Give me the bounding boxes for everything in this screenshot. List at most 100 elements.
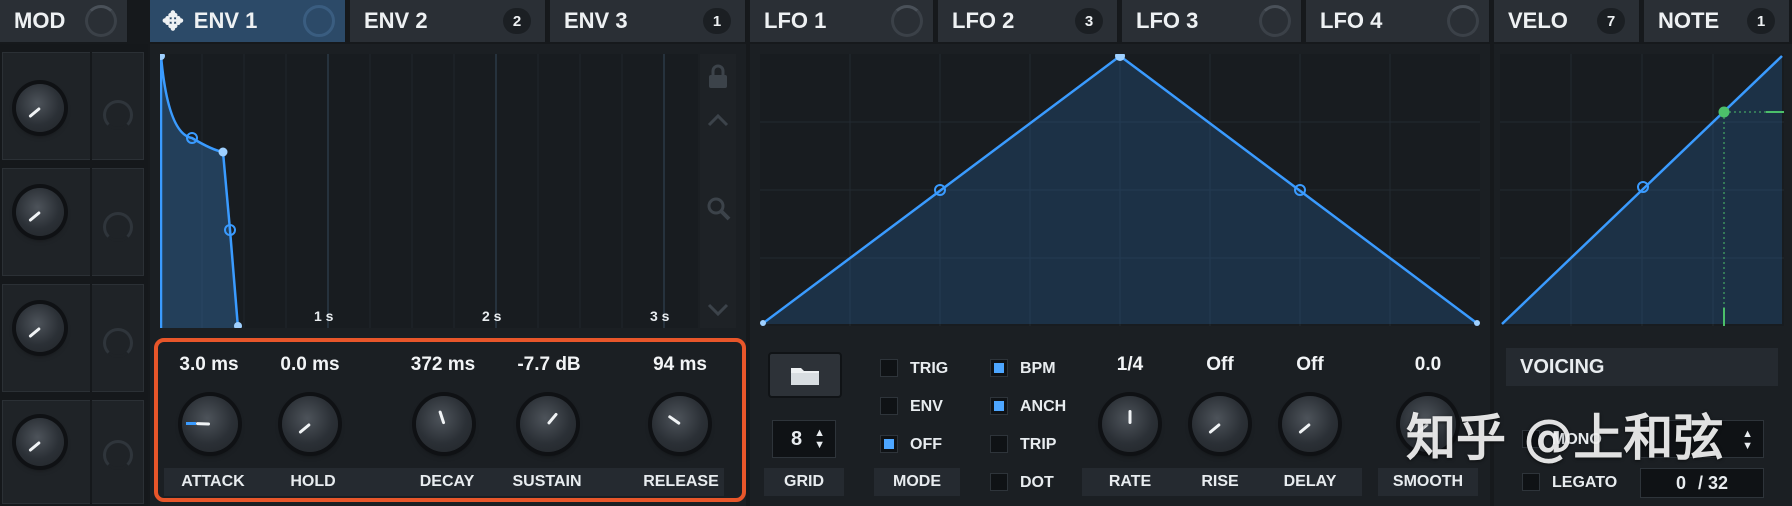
mod-knob-2[interactable] <box>16 188 64 236</box>
chevron-up-icon[interactable] <box>706 108 730 134</box>
voicing-title: VOICING <box>1520 355 1605 378</box>
smooth-value: 0.0 <box>1414 354 1442 375</box>
trig-label: TRIG <box>910 360 949 377</box>
stepper-arrows-icon[interactable]: ▲ ▼ <box>814 427 825 451</box>
time-marker-1s: 1 s <box>314 308 334 324</box>
rate-knob-indicator <box>1128 410 1132 424</box>
delay-knob[interactable] <box>1282 396 1338 452</box>
legato-label: LEGATO <box>1552 474 1618 491</box>
tab-lfo3[interactable]: LFO 3 <box>1122 0 1302 42</box>
tab-env1[interactable]: ✥ ENV 1 <box>150 0 346 42</box>
dropdown-arrows-icon: ▲ ▼ <box>1742 428 1753 452</box>
move-icon[interactable]: ✥ <box>162 6 184 37</box>
lock-icon[interactable] <box>706 64 730 96</box>
time-marker-2s: 2 s <box>482 308 502 324</box>
velocity-graph[interactable] <box>1500 54 1784 326</box>
tab-lfo4[interactable]: LFO 4 <box>1306 0 1490 42</box>
tab-lfo2-label: LFO 2 <box>952 8 1015 33</box>
tab-env2-badge: 2 <box>503 8 531 34</box>
mode-label: MODE <box>874 468 960 496</box>
grid-value: 8 <box>791 427 803 450</box>
tab-velo-badge: 7 <box>1597 8 1625 34</box>
grid-label: GRID <box>764 468 844 496</box>
dot-checkbox[interactable] <box>990 473 1008 491</box>
voicing-header: VOICING <box>1506 348 1778 386</box>
rise-label: RISE <box>1201 473 1239 490</box>
envelope-curve <box>160 54 665 328</box>
tab-lfo1-label: LFO 1 <box>764 8 827 33</box>
magnify-icon[interactable] <box>706 196 732 228</box>
off-checkbox[interactable] <box>880 435 898 453</box>
mod-ring-icon <box>85 5 117 37</box>
watermark-text: 知乎 @上和弦 <box>1406 409 1724 467</box>
tab-velo-label: VELO <box>1508 8 1568 33</box>
smooth-label: SMOOTH <box>1378 468 1478 496</box>
trip-checkbox[interactable] <box>990 435 1008 453</box>
folder-icon <box>791 368 819 385</box>
mod-knob-3-indicator <box>28 326 41 339</box>
voice-count-max: / 32 <box>1697 472 1729 493</box>
tab-lfo1[interactable]: LFO 1 <box>750 0 934 42</box>
trig-checkbox[interactable] <box>880 359 898 377</box>
delay-value: Off <box>1296 354 1324 375</box>
tab-env2[interactable]: ENV 2 2 <box>350 0 546 42</box>
anch-checkbox[interactable] <box>990 397 1008 415</box>
delay-label: DELAY <box>1283 473 1337 490</box>
off-label: OFF <box>910 436 942 453</box>
mod-ring-icon-4 <box>103 440 133 470</box>
mod-knob-1[interactable] <box>16 84 64 132</box>
tab-mod-label: MOD <box>14 8 66 33</box>
mod-slot-divider <box>90 52 92 504</box>
env1-ring-icon <box>303 5 335 37</box>
voice-count: 0 / 32 <box>1640 468 1764 498</box>
tab-env1-label: ENV 1 <box>193 8 258 33</box>
legato-checkbox[interactable] <box>1522 473 1540 491</box>
tab-env3[interactable]: ENV 3 1 <box>550 0 746 42</box>
trip-label: TRIP <box>1020 436 1057 453</box>
mod-knob-2-indicator <box>28 210 41 223</box>
env-checkbox[interactable] <box>880 397 898 415</box>
tab-env3-label: ENV 3 <box>564 8 628 33</box>
anch-label: ANCH <box>1020 398 1067 415</box>
highlight-box <box>154 338 746 502</box>
delay-knob-indicator <box>1298 422 1311 435</box>
tab-note-label: NOTE <box>1658 8 1720 33</box>
grid-stepper[interactable]: 8 ▲ ▼ <box>772 420 836 458</box>
mod-knob-4-indicator <box>28 440 41 453</box>
tab-mod[interactable]: MOD <box>0 0 128 42</box>
tab-env2-label: ENV 2 <box>364 8 428 33</box>
lfo1-ring-icon <box>891 5 923 37</box>
tab-note[interactable]: NOTE 1 <box>1644 0 1790 42</box>
rise-knob[interactable] <box>1192 396 1248 452</box>
lfo3-ring-icon <box>1259 5 1291 37</box>
bpm-label: BPM <box>1020 360 1056 377</box>
mod-ring-icon-3 <box>103 328 133 358</box>
rise-knob-indicator <box>1208 422 1221 435</box>
velocity-curve <box>1500 54 1784 326</box>
rate-knob[interactable] <box>1102 396 1158 452</box>
rate-label: RATE <box>1108 473 1152 490</box>
lfo-graph[interactable] <box>760 54 1480 326</box>
mod-ring-icon-2 <box>103 212 133 242</box>
tab-lfo4-label: LFO 4 <box>1320 8 1383 33</box>
time-marker-3s: 3 s <box>650 308 670 324</box>
mod-knob-1-indicator <box>28 106 41 119</box>
tab-velo[interactable]: VELO 7 <box>1494 0 1640 42</box>
tab-lfo2-badge: 3 <box>1075 8 1103 34</box>
tab-env3-badge: 1 <box>703 8 731 34</box>
mod-knob-4[interactable] <box>16 418 64 466</box>
tab-note-badge: 1 <box>1747 8 1775 34</box>
preset-folder-button[interactable] <box>768 352 842 398</box>
env-label: ENV <box>910 398 943 415</box>
envelope-graph[interactable]: 1 s 2 s 3 s <box>160 54 698 328</box>
chevron-down-icon[interactable] <box>706 298 730 324</box>
tab-lfo3-label: LFO 3 <box>1136 8 1199 33</box>
bpm-checkbox[interactable] <box>990 359 1008 377</box>
mod-knob-3[interactable] <box>16 304 64 352</box>
lfo-waveform <box>760 54 1480 326</box>
tab-lfo2[interactable]: LFO 2 3 <box>938 0 1118 42</box>
rate-value: 1/4 <box>1116 354 1144 375</box>
mod-ring-icon-1 <box>103 100 133 130</box>
dot-label: DOT <box>1020 474 1054 491</box>
voice-count-current: 0 <box>1675 472 1686 493</box>
